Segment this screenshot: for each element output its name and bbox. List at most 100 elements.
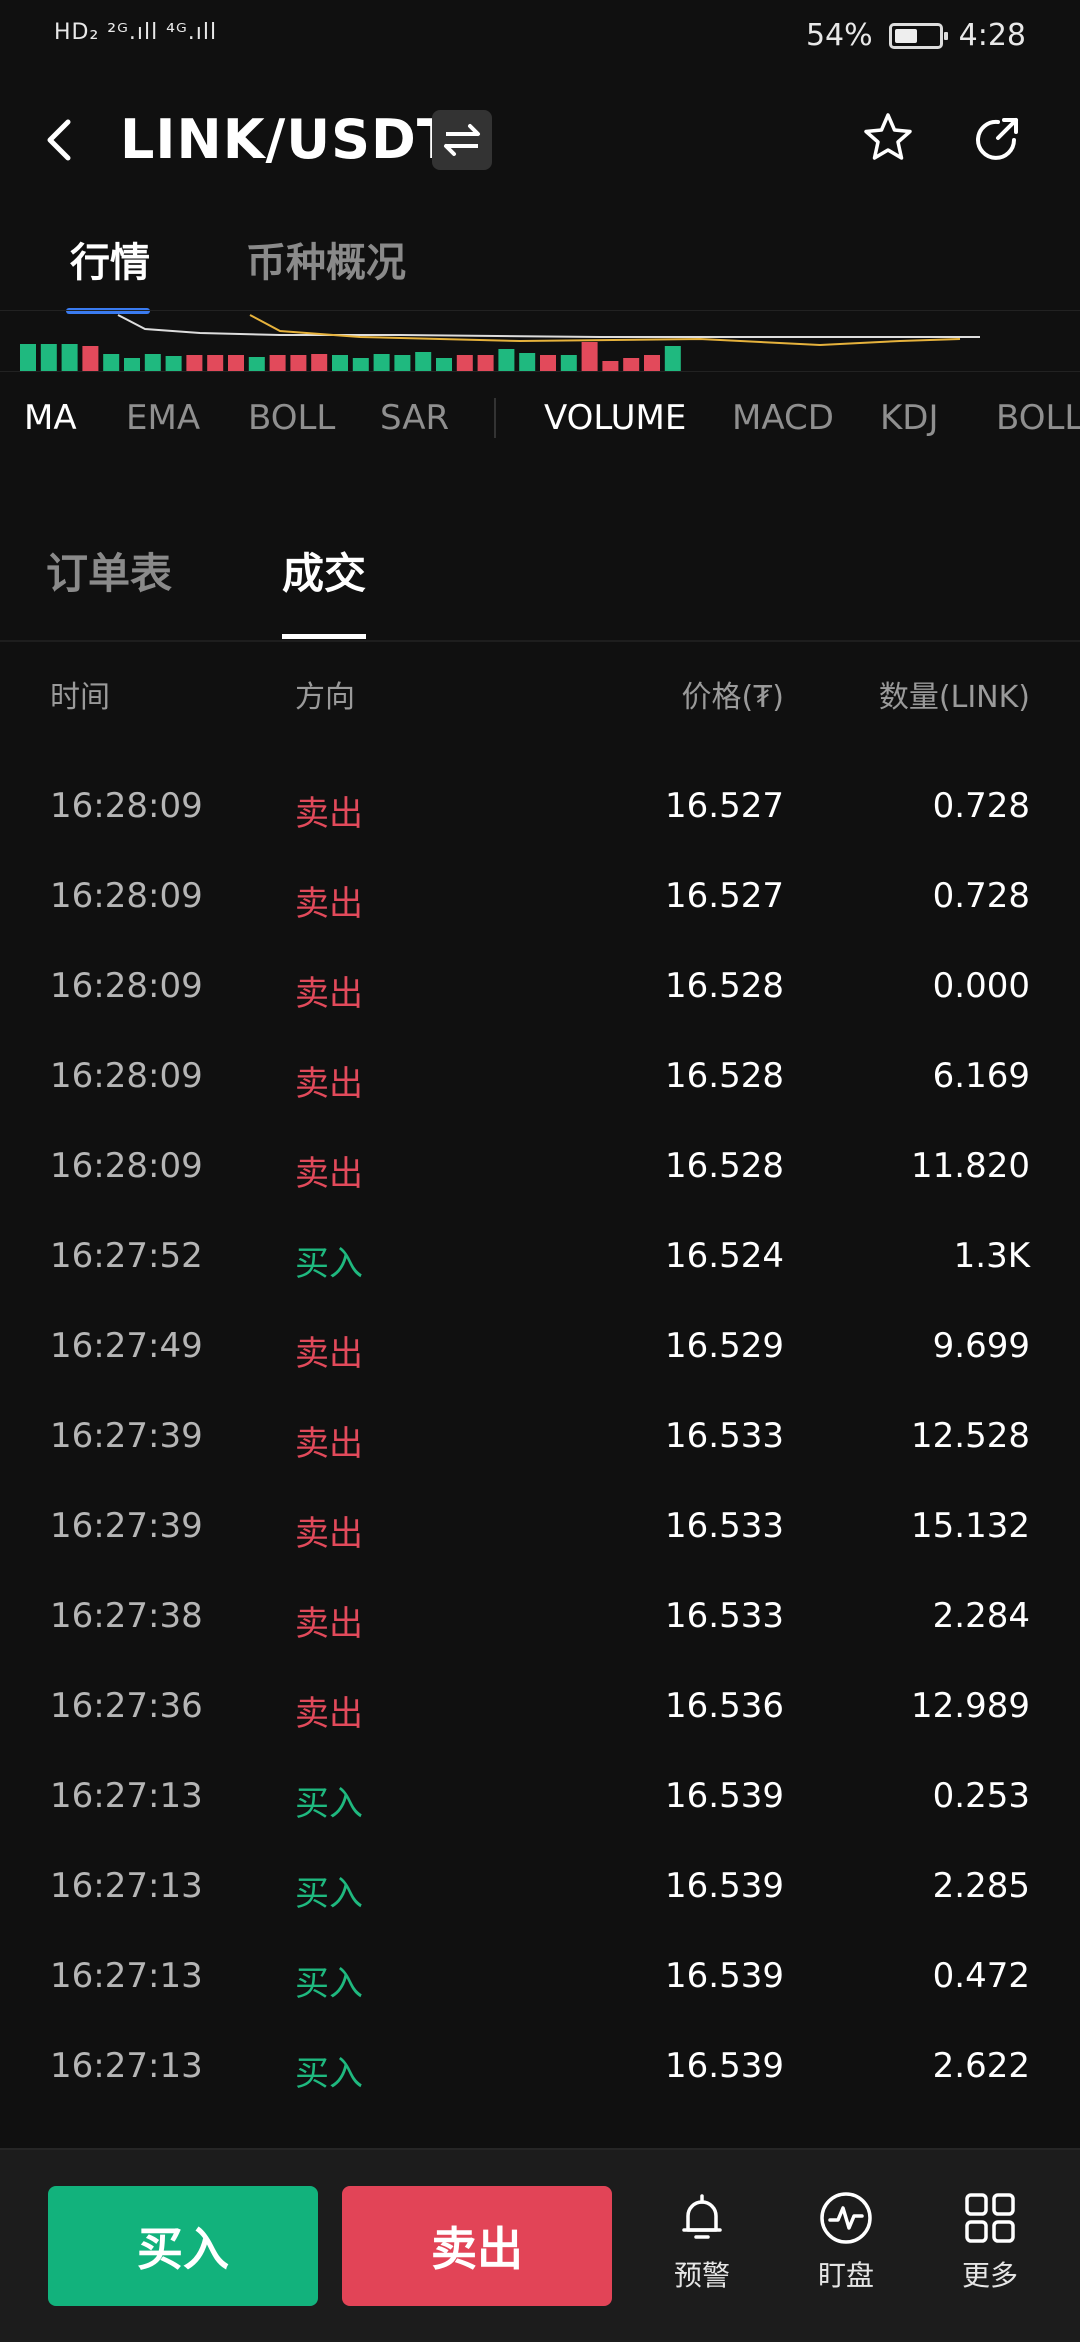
trade-time: 16:27:13 xyxy=(50,2046,203,2086)
trade-time: 16:28:09 xyxy=(50,1146,203,1186)
volume-bar xyxy=(415,352,432,371)
volume-bar xyxy=(477,355,494,371)
trade-row: 16:27:49 卖出 16.529 9.699 xyxy=(0,1302,1080,1392)
trade-time: 16:28:09 xyxy=(50,1056,203,1096)
network-indicators: HD₂ ²ᴳ.ıll ⁴ᴳ.ıll xyxy=(54,20,218,45)
trade-time: 16:28:09 xyxy=(50,876,203,916)
chevron-left-icon xyxy=(47,119,71,161)
trade-direction: 买入 xyxy=(295,1874,363,1914)
trade-row: 16:28:09 卖出 16.527 0.728 xyxy=(0,852,1080,942)
trade-direction: 卖出 xyxy=(295,1424,363,1464)
indicator-ema[interactable]: EMA xyxy=(126,398,200,438)
trade-price: 16.539 xyxy=(665,1866,784,1906)
indicator-ma[interactable]: MA xyxy=(24,398,77,438)
tab-trades[interactable]: 成交 xyxy=(282,540,366,601)
tab-coin-overview[interactable]: 币种概况 xyxy=(246,230,406,288)
trade-time: 16:27:13 xyxy=(50,1956,203,1996)
trade-price: 16.539 xyxy=(665,2046,784,2086)
indicator-macd[interactable]: MACD xyxy=(732,398,834,438)
trade-direction: 卖出 xyxy=(295,1604,363,1644)
volume-bar xyxy=(352,358,369,371)
trade-row: 16:27:13 买入 16.539 2.622 xyxy=(0,2022,1080,2112)
volume-bar xyxy=(82,346,99,371)
trade-price: 16.529 xyxy=(665,1326,784,1366)
trade-price: 16.528 xyxy=(665,1146,784,1186)
swap-arrows-icon xyxy=(444,124,480,156)
trade-qty: 0.000 xyxy=(932,966,1030,1006)
watch-label: 盯盘 xyxy=(817,2259,874,2292)
indicator-volume[interactable]: VOLUME xyxy=(544,398,686,438)
sell-button[interactable]: 卖出 xyxy=(342,2186,612,2306)
bell-icon xyxy=(682,2194,722,2239)
trade-direction: 买入 xyxy=(295,1964,363,2004)
indicator-separator xyxy=(494,398,496,438)
trade-direction: 买入 xyxy=(295,1784,363,1824)
tab-market[interactable]: 行情 xyxy=(70,230,150,288)
trade-qty: 0.253 xyxy=(932,1776,1030,1816)
trade-row: 16:27:39 卖出 16.533 15.132 xyxy=(0,1482,1080,1572)
tab-order-book[interactable]: 订单表 xyxy=(46,540,172,601)
alert-button[interactable]: 预警 xyxy=(652,2190,752,2294)
volume-bar xyxy=(61,344,78,371)
swap-pair-button[interactable] xyxy=(432,110,492,170)
watch-button[interactable]: 盯盘 xyxy=(796,2190,896,2294)
trade-row: 16:27:13 买入 16.539 2.285 xyxy=(0,1842,1080,1932)
trade-qty: 1.3K xyxy=(953,1236,1030,1276)
trade-row: 16:27:52 买入 16.524 1.3K xyxy=(0,1212,1080,1302)
battery-percent: 54% xyxy=(805,18,873,53)
more-label: 更多 xyxy=(961,2259,1018,2292)
buy-button[interactable]: 买入 xyxy=(48,2186,318,2306)
more-button[interactable]: 更多 xyxy=(940,2190,1040,2294)
trade-time: 16:28:09 xyxy=(50,786,203,826)
trade-time: 16:27:39 xyxy=(50,1416,203,1456)
volume-bar xyxy=(623,358,640,371)
trade-direction: 卖出 xyxy=(295,1514,363,1554)
trade-direction: 卖出 xyxy=(295,884,363,924)
indicator-boll[interactable]: BOLL xyxy=(248,398,335,438)
trade-qty: 12.989 xyxy=(911,1686,1030,1726)
trade-qty: 0.728 xyxy=(932,786,1030,826)
volume-bar xyxy=(248,357,265,371)
star-icon xyxy=(864,113,912,160)
pulse-icon xyxy=(820,2192,872,2244)
volume-bar xyxy=(290,355,307,371)
trade-row: 16:28:09 卖出 16.528 6.169 xyxy=(0,1032,1080,1122)
indicator-boll-sub[interactable]: BOLL xyxy=(996,398,1080,438)
trade-price: 16.533 xyxy=(665,1596,784,1636)
trade-price: 16.528 xyxy=(665,966,784,1006)
trade-time: 16:27:52 xyxy=(50,1236,203,1276)
favorite-button[interactable] xyxy=(860,110,916,166)
bottom-action-bar: 买入 卖出 预警 盯盘 更多 xyxy=(0,2148,1080,2342)
volume-bar xyxy=(40,344,57,371)
trade-direction: 卖出 xyxy=(295,1694,363,1734)
volume-bar xyxy=(269,355,286,371)
trade-row: 16:28:09 卖出 16.528 0.000 xyxy=(0,942,1080,1032)
volume-chart-strip[interactable] xyxy=(0,310,1080,372)
trades-tab-indicator xyxy=(282,634,366,639)
trade-qty: 0.728 xyxy=(932,876,1030,916)
back-button[interactable] xyxy=(40,110,80,170)
volume-bar xyxy=(456,355,473,371)
indicator-kdj[interactable]: KDJ xyxy=(880,398,939,438)
battery-icon xyxy=(888,22,948,49)
trade-qty: 6.169 xyxy=(932,1056,1030,1096)
volume-bar xyxy=(498,349,515,371)
trade-direction: 卖出 xyxy=(295,1064,363,1104)
volume-bar xyxy=(560,355,577,371)
share-button[interactable] xyxy=(968,110,1028,170)
pair-title[interactable]: LINK/USDT xyxy=(120,108,455,171)
trade-price: 16.528 xyxy=(665,1056,784,1096)
volume-bar xyxy=(540,355,556,371)
trade-time: 16:27:13 xyxy=(50,1866,203,1906)
status-bar: HD₂ ²ᴳ.ıll ⁴ᴳ.ıll 54% 4:28 xyxy=(0,0,1080,80)
status-right: 54% 4:28 xyxy=(806,18,1026,53)
volume-bar xyxy=(103,354,120,371)
indicator-sar[interactable]: SAR xyxy=(380,398,449,438)
trade-row: 16:28:09 卖出 16.528 11.820 xyxy=(0,1122,1080,1212)
trade-price: 16.533 xyxy=(665,1416,784,1456)
trade-time: 16:28:09 xyxy=(50,966,203,1006)
trade-direction: 买入 xyxy=(295,1244,363,1284)
grid-icon xyxy=(965,2193,1015,2243)
clock: 4:28 xyxy=(958,18,1026,53)
volume-bar xyxy=(228,355,244,371)
